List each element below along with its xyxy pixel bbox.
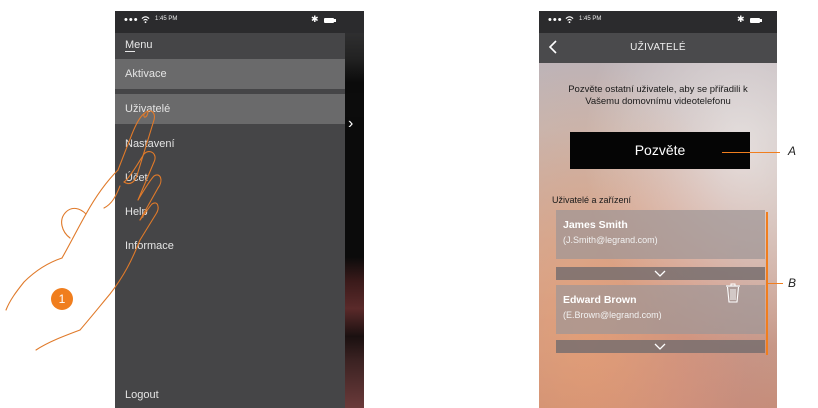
menu-item-label: Účet (125, 172, 148, 184)
menu-item-label: Aktivace (125, 68, 167, 80)
menu-item-nastaveni[interactable]: Nastavení (115, 129, 345, 159)
invite-button[interactable]: Pozvěte (570, 132, 750, 169)
menu-item-label: Help (125, 206, 148, 218)
user-name: Edward Brown (563, 294, 637, 306)
menu-item-aktivace[interactable]: Aktivace (115, 59, 345, 89)
menu-item-label: Informace (125, 240, 174, 252)
left-phone-screen: › ••• 1:45 PM ✱ Menu Aktivace Uživatelé … (115, 11, 364, 408)
callout-label-b: B (788, 276, 797, 290)
bluetooth-icon: ✱ (311, 14, 319, 24)
expand-bar[interactable] (556, 340, 765, 353)
bluetooth-icon: ✱ (737, 14, 745, 24)
chevron-down-icon (654, 343, 666, 350)
status-bar: ••• 1:45 PM ✱ (115, 11, 364, 33)
page-title: UŽIVATELÉ (630, 42, 686, 53)
menu-title: Menu (125, 39, 153, 52)
menu-item-informace[interactable]: Informace (115, 231, 345, 261)
intro-text: Pozvěte ostatní uživatele, aby se přiřad… (568, 84, 748, 107)
user-card[interactable]: James Smith (J.Smith@legrand.com) (556, 210, 765, 259)
menu-item-logout[interactable]: Logout (115, 380, 345, 408)
menu-item-label: Logout (125, 389, 159, 401)
menu-item-uzivatele[interactable]: Uživatelé (115, 94, 345, 124)
menu-item-ucet[interactable]: Účet (115, 163, 345, 193)
status-time: 1:45 PM (579, 16, 602, 22)
callout-line-a (722, 152, 780, 153)
status-time: 1:45 PM (155, 16, 178, 22)
user-email: (J.Smith@legrand.com) (563, 235, 658, 245)
battery-icon (750, 18, 762, 23)
user-email: (E.Brown@legrand.com) (563, 310, 662, 320)
wifi-icon (565, 16, 574, 24)
callout-label-a: A (788, 144, 797, 158)
right-phone-screen: ••• 1:45 PM ✱ UŽIVATELÉ Pozvěte ostatní … (539, 11, 777, 408)
callout-line-b (768, 283, 783, 284)
step-number-badge: 1 (51, 288, 73, 310)
background-app-peek: › (345, 11, 364, 408)
chevron-right-icon: › (348, 115, 354, 132)
section-label: Uživatelé a zařízení (552, 195, 632, 205)
wifi-icon (141, 16, 150, 24)
menu-item-help[interactable]: Help (115, 197, 345, 227)
expand-bar[interactable] (556, 267, 765, 280)
menu-item-label: Uživatelé (125, 103, 171, 115)
chevron-down-icon (654, 270, 666, 277)
battery-icon (324, 18, 336, 23)
signal-dots: ••• (548, 14, 563, 26)
user-name: James Smith (563, 219, 628, 231)
title-bar: UŽIVATELÉ (539, 33, 777, 63)
trash-icon[interactable] (725, 283, 741, 303)
signal-dots: ••• (124, 14, 139, 26)
menu-item-label: Nastavení (125, 138, 175, 150)
status-bar: ••• 1:45 PM ✱ (539, 11, 777, 33)
